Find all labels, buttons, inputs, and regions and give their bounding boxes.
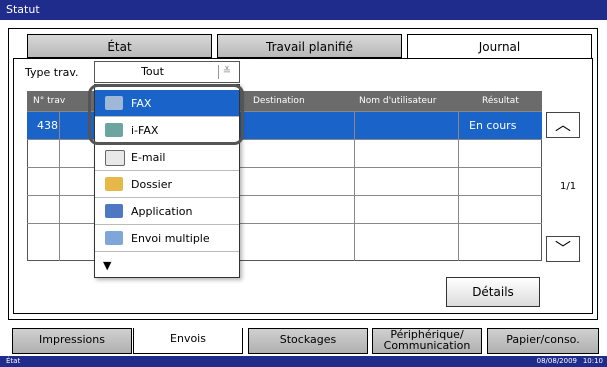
- status-label: État: [6, 357, 21, 365]
- column-header-user-name: Nom d'utilisateur: [359, 96, 437, 106]
- column-header-result: Résultat: [482, 96, 519, 106]
- tab-impressions[interactable]: Impressions: [12, 328, 132, 354]
- tab-label: Journal: [478, 40, 521, 54]
- job-result: En cours: [469, 119, 517, 132]
- column-header-destination: Destination: [253, 96, 305, 106]
- column-divider: [458, 111, 459, 261]
- menu-scroll-down[interactable]: ▼: [95, 252, 239, 279]
- multi-send-icon: [105, 231, 123, 245]
- page-indicator: 1/1: [560, 181, 577, 192]
- dropdown-value: Tout: [141, 65, 164, 78]
- menu-item-label: Envoi multiple: [131, 232, 210, 245]
- filter-label: Type trav.: [25, 66, 79, 79]
- folder-icon: [105, 177, 123, 191]
- menu-item-label: E-mail: [131, 151, 166, 164]
- menu-item-label: Dossier: [131, 178, 173, 191]
- status-date: 08/08/2009: [536, 357, 577, 365]
- window-title: Statut: [0, 0, 607, 20]
- menu-item-label: Application: [131, 205, 193, 218]
- job-type-menu: FAX i-FAX E-mail Dossier Application Env…: [94, 84, 240, 278]
- tab-stockages[interactable]: Stockages: [248, 328, 368, 354]
- ifax-icon: [105, 123, 123, 137]
- chevron-down-icon: ≚: [218, 65, 235, 79]
- scroll-down-button[interactable]: ﹀: [546, 236, 580, 262]
- details-button[interactable]: Détails: [446, 277, 540, 307]
- tab-label: État: [107, 40, 132, 54]
- menu-item-email[interactable]: E-mail: [95, 144, 239, 171]
- tab-label: Travail planifié: [266, 40, 353, 54]
- menu-item-label: FAX: [131, 97, 152, 110]
- triangle-down-icon: ▼: [103, 259, 112, 272]
- tab-etat[interactable]: État: [27, 34, 212, 58]
- status-bar: État 08/08/2009 10:10: [0, 356, 607, 367]
- job-number: 438: [37, 119, 58, 132]
- email-icon: [105, 150, 125, 166]
- status-time: 10:10: [582, 357, 603, 365]
- tab-peripherique[interactable]: Périphérique/ Communication: [372, 328, 482, 354]
- menu-item-multi-send[interactable]: Envoi multiple: [95, 225, 239, 252]
- menu-item-application[interactable]: Application: [95, 198, 239, 225]
- menu-item-label: i-FAX: [131, 124, 159, 137]
- tab-travail-planifie[interactable]: Travail planifié: [217, 34, 402, 58]
- column-header-job-no: N° trav: [33, 96, 66, 106]
- tab-label-line2: Communication: [383, 339, 471, 352]
- menu-item-fax[interactable]: FAX: [95, 90, 239, 117]
- fax-icon: [105, 96, 123, 110]
- tab-envois[interactable]: Envois: [133, 328, 243, 354]
- application-icon: [105, 204, 123, 218]
- column-divider: [354, 111, 355, 261]
- column-divider: [59, 111, 60, 261]
- job-type-dropdown[interactable]: Tout ≚: [94, 61, 240, 83]
- tab-journal[interactable]: Journal: [407, 34, 592, 60]
- menu-item-folder[interactable]: Dossier: [95, 171, 239, 198]
- tab-papier[interactable]: Papier/conso.: [487, 328, 599, 354]
- menu-item-ifax[interactable]: i-FAX: [95, 117, 239, 144]
- scroll-up-button[interactable]: ︿: [546, 112, 580, 138]
